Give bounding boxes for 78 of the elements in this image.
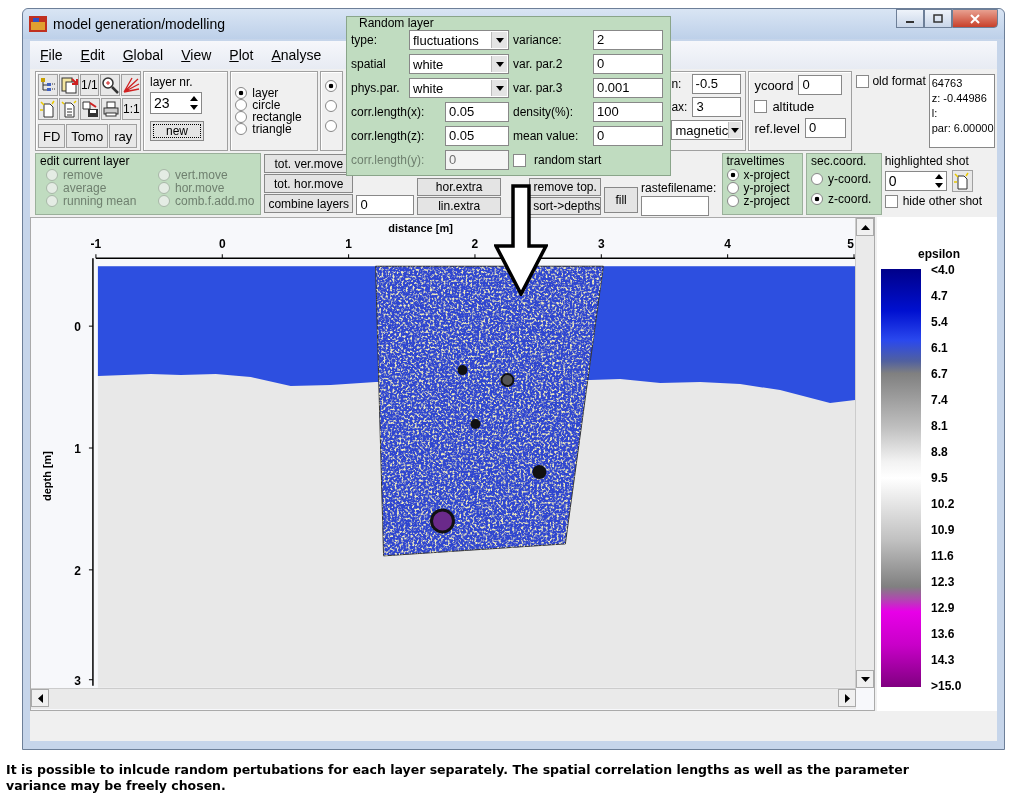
colorbar-label: 8.8 [931,445,949,459]
group-title: traveltimes [726,155,786,168]
colorbar-label: >15.0 [931,679,962,693]
min-label: n: [671,77,683,91]
field-label: var. par.2 [513,57,563,71]
radio-label: y-project [743,182,790,194]
field-label: spatial [351,57,386,71]
axis-tick-label: 3 [74,673,81,688]
dialog-title: Random layer [358,17,435,29]
colorbar-label: 9.5 [931,471,949,485]
colorbar-label: 8.1 [931,419,949,433]
max-label: ax: [671,100,688,114]
radio-label: average [63,182,107,194]
colorbar-label: 14.3 [931,653,956,667]
field-label: corr.length(z): [351,129,425,143]
axis-tick-label: 0 [218,237,226,252]
colorbar-label: 12.9 [931,601,956,615]
axis-tick-label: 5 [847,237,854,252]
axis-tick-label: 0 [74,320,81,335]
radio-label: hor.move [175,182,225,194]
radio-label: y-coord. [828,172,872,185]
ycoord-label: ycoord [754,77,794,93]
colorbar-label: 6.7 [931,367,949,381]
radio-label: circle [252,99,281,111]
rastefilename-label: rastefilename: [641,181,718,195]
field-label: type: [351,33,377,47]
window-title: model generation/modelling [53,16,225,32]
field-label: phys.par. [351,81,400,95]
axis-tick-label: 1 [345,237,352,252]
colorbar-label: 6.1 [931,341,949,355]
group-title: sec.coord. [811,155,868,168]
info-text: 64763 [931,76,964,91]
axis-tick-label: -1 [90,237,102,252]
radio-label: triangle [252,123,292,135]
radio-label: running mean [63,195,137,207]
radio-label: layer [252,87,279,99]
field-label: corr.length(x): [351,105,425,119]
axis-tick-label: 1 [74,442,81,456]
caption-text: It is possible to inlcude random pertubations for each layer separately. The spatial correlation lengths as well as the parameter variance may be freely chosen. [6,762,910,794]
field-label: density(%): [513,105,574,119]
ref-level-label: ref.level [754,120,800,136]
axis-tick-label: 2 [74,563,81,578]
axis-tick-label: 3 [597,237,605,252]
radio-label: z-coord. [828,192,872,205]
radio-label: vert.move [175,169,228,181]
axis-tick-label: 4 [724,237,731,252]
old-format-label: old format [872,74,926,88]
colorbar-label: 11.6 [931,549,955,563]
radio-label: comb.f.add.mo [175,195,255,207]
colorbar-label: 4.7 [931,289,949,303]
info-text: z: -0.44986 [931,91,988,106]
axis-title: distance [m] [388,222,453,235]
radio-label: z-project [743,195,790,207]
field-label: var. par.3 [513,81,563,95]
info-text: par: 6.00000 [931,121,992,136]
axis-title: depth [m] [41,451,53,501]
colorbar-title: epsilon [918,247,960,261]
radio-label: rectangle [252,111,302,123]
colorbar-label: 12.3 [931,575,956,589]
layer-nr-label: layer nr. [150,75,194,89]
radio-label: x-project [743,169,790,181]
colorbar-label: 7.4 [931,393,949,407]
random-start-label: random start [534,153,602,167]
colorbar-label: 10.9 [931,523,956,537]
colorbar-label: 5.4 [931,315,949,329]
hide-shots-label: hide other shot [902,194,983,208]
field-label: mean value: [513,129,579,143]
radio-label: remove [63,169,103,181]
field-label: corr.length(y): [351,153,425,167]
altitude-label: altitude [772,99,815,114]
axis-tick-label: 2 [471,237,479,252]
highlighted-shot-label: highlighted shot [884,154,970,168]
colorbar-label: 10.2 [931,497,956,511]
colorbar-label: <4.0 [931,263,956,277]
field-label: variance: [513,33,562,47]
colorbar-label: 13.6 [931,627,956,641]
group-title: edit current layer [40,155,131,168]
info-text: l: [931,106,939,121]
